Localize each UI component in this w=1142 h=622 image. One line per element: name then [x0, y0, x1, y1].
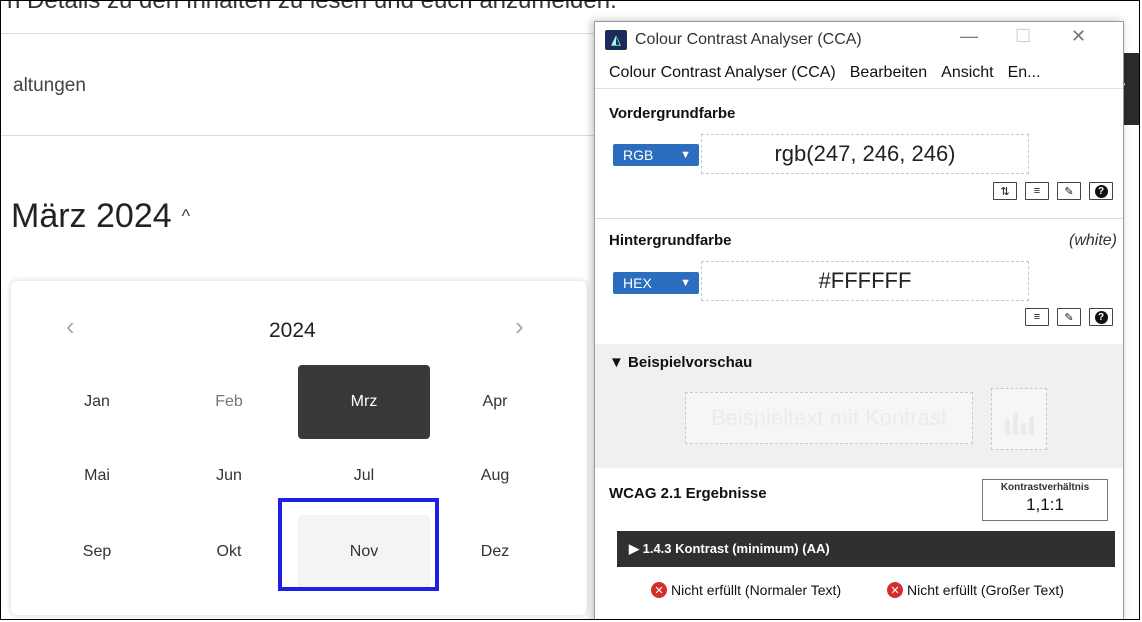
swap-colors-icon[interactable]: ⇅	[993, 182, 1017, 200]
month-mai[interactable]: Mai	[31, 439, 163, 513]
cca-menubar: Colour Contrast Analyser (CCA) Bearbeite…	[595, 58, 1123, 89]
menu-cca[interactable]: Colour Contrast Analyser (CCA)	[609, 64, 836, 82]
screenshot-frame: n Details zu den Inhalten zu lesen und e…	[0, 0, 1140, 620]
prev-year-button[interactable]: ‹	[66, 311, 75, 342]
help-icon[interactable]: ?	[1089, 308, 1113, 326]
cca-titlebar[interactable]: ◭ Colour Contrast Analyser (CCA)	[595, 22, 1123, 58]
year-label: 2024	[269, 319, 316, 342]
background-color-name: (white)	[1068, 232, 1117, 249]
month-dez[interactable]: Dez	[429, 515, 561, 589]
next-year-button[interactable]: ›	[515, 311, 524, 342]
divider	[1, 135, 601, 136]
cca-window: ◭ Colour Contrast Analyser (CCA) — ☐ ✕ C…	[594, 21, 1124, 619]
fail-icon: ✕	[887, 582, 903, 598]
month-apr[interactable]: Apr	[429, 365, 561, 439]
background-format-value: HEX	[623, 275, 652, 291]
background-color-input[interactable]: #FFFFFF	[701, 261, 1029, 301]
background-format-select[interactable]: HEX ▼	[613, 272, 699, 294]
menu-more[interactable]: En...	[1008, 64, 1041, 82]
chart-preview-icon	[1005, 413, 1034, 435]
result-large-text-label: Nicht erfüllt (Großer Text)	[907, 582, 1064, 598]
preview-section: ▼ Beispielvorschau Beispieltext mit Kont…	[595, 344, 1123, 468]
eyedropper-icon[interactable]: ✎	[1057, 308, 1081, 326]
chevron-up-icon: ^	[181, 206, 191, 226]
minimize-button[interactable]: —	[960, 26, 978, 47]
foreground-label: Vordergrundfarbe	[609, 105, 736, 122]
month-jan[interactable]: Jan	[31, 365, 163, 439]
menu-ansicht[interactable]: Ansicht	[941, 64, 993, 82]
month-aug[interactable]: Aug	[429, 439, 561, 513]
foreground-tools: ⇅ ≡ ✎ ?	[993, 182, 1113, 200]
cca-window-title: Colour Contrast Analyser (CCA)	[635, 31, 862, 48]
month-okt[interactable]: Okt	[163, 515, 295, 589]
chevron-down-icon: ▼	[680, 149, 691, 161]
intro-text: n Details zu den Inhalten zu lesen und e…	[7, 0, 617, 14]
nav-item-veranstaltungen[interactable]: altungen	[13, 75, 86, 97]
contrast-ratio-value: 1,1:1	[1026, 495, 1064, 514]
sliders-icon[interactable]: ≡	[1025, 182, 1049, 200]
result-normal-text: ✕ Nicht erfüllt (Normaler Text)	[651, 582, 861, 598]
eyedropper-icon[interactable]: ✎	[1057, 182, 1081, 200]
sliders-icon[interactable]: ≡	[1025, 308, 1049, 326]
foreground-color-input[interactable]: rgb(247, 246, 246)	[701, 134, 1029, 174]
menu-bearbeiten[interactable]: Bearbeiten	[850, 64, 927, 82]
month-feb[interactable]: Feb	[163, 365, 295, 439]
section-divider	[595, 218, 1123, 219]
close-button[interactable]: ✕	[1071, 26, 1086, 47]
chevron-down-icon: ▼	[680, 277, 691, 289]
fail-icon: ✕	[651, 582, 667, 598]
foreground-format-value: RGB	[623, 147, 654, 163]
preview-sample-text: Beispieltext mit Kontrast	[685, 392, 973, 444]
background-label: Hintergrundfarbe	[609, 232, 732, 249]
maximize-button[interactable]: ☐	[1015, 26, 1031, 47]
criterion-1-4-3-toggle[interactable]: ▶ 1.4.3 Kontrast (minimum) (AA)	[617, 531, 1115, 567]
result-large-text: ✕ Nicht erfüllt (Großer Text)	[887, 582, 1117, 598]
month-picker-toggle[interactable]: März 2024 ^	[11, 197, 190, 236]
contrast-ratio-box: Kontrastverhältnis 1,1:1	[982, 479, 1108, 521]
cca-app-icon: ◭	[605, 30, 627, 50]
wcag-results-label: WCAG 2.1 Ergebnisse	[609, 485, 767, 502]
preview-image-icon	[991, 388, 1047, 450]
result-normal-text-label: Nicht erfüllt (Normaler Text)	[671, 582, 842, 598]
help-icon[interactable]: ?	[1089, 182, 1113, 200]
month-jun[interactable]: Jun	[163, 439, 295, 513]
month-sep[interactable]: Sep	[31, 515, 163, 589]
divider	[1, 33, 601, 34]
preview-toggle[interactable]: ▼ Beispielvorschau	[609, 354, 752, 371]
contrast-ratio-label: Kontrastverhältnis	[1000, 482, 1090, 493]
background-tools: ≡ ✎ ?	[1025, 308, 1113, 326]
foreground-format-select[interactable]: RGB ▼	[613, 144, 699, 166]
month-title: März 2024	[11, 197, 172, 235]
highlight-box	[278, 498, 439, 591]
month-mrz[interactable]: Mrz	[298, 365, 430, 439]
